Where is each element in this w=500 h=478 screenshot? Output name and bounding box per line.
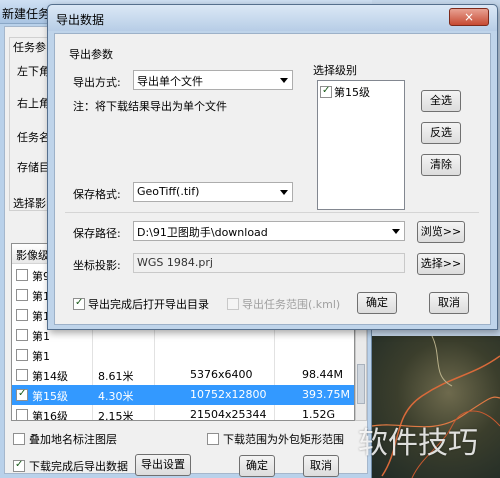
new-task-ok-button[interactable]: 确定 — [239, 455, 275, 477]
invert-selection-button[interactable]: 反选 — [421, 122, 461, 144]
row-checkbox[interactable] — [16, 289, 28, 301]
export-mode-select[interactable]: 导出单个文件 — [133, 70, 293, 90]
coord-field: WGS 1984.prj — [133, 253, 405, 273]
select-level-label: 选择影 — [13, 197, 46, 210]
format-select[interactable]: GeoTiff(.tif) — [133, 182, 293, 202]
scrollbar-thumb[interactable] — [357, 364, 365, 404]
bbox-range-text: 下载范围为外包矩形范围 — [223, 433, 344, 446]
path-label: 保存路径: — [73, 227, 121, 240]
open-dir-text: 导出完成后打开导出目录 — [88, 298, 209, 311]
export-cancel-button[interactable]: 取消 — [429, 292, 469, 314]
table-row[interactable]: 第16级 2.15米 21504x25344 1.52G — [12, 405, 354, 421]
export-note: 注：将下载结果导出为单个文件 — [73, 100, 227, 113]
export-data-titlebar[interactable]: 导出数据 × — [48, 5, 497, 31]
row-level: 第14级 — [32, 370, 68, 383]
top-right-label: 右上角 — [17, 97, 50, 110]
export-after-download-text: 下载完成后导出数据 — [29, 460, 128, 473]
close-icon[interactable]: × — [449, 8, 489, 26]
browse-button[interactable]: 浏览>> — [417, 221, 465, 243]
row-level: 第1 — [32, 330, 50, 343]
export-range-box[interactable] — [227, 298, 239, 310]
row-checkbox[interactable] — [16, 409, 28, 420]
export-range-text: 导出任务范围(.kml) — [242, 298, 341, 311]
row-checkbox[interactable] — [16, 388, 28, 401]
bottom-left-label: 左下角 — [17, 65, 50, 78]
path-select[interactable]: D:\91卫图助手\download — [133, 221, 405, 241]
export-data-dialog: 导出数据 × 导出参数 导出方式: 导出单个文件 注：将下载结果导出为单个文件 … — [47, 4, 498, 330]
export-after-download-box[interactable] — [13, 459, 25, 472]
row-checkbox[interactable] — [16, 309, 28, 321]
row-level: 第16级 — [32, 410, 68, 421]
row-data-size: 393.75M — [302, 388, 350, 401]
row-image-size: 5376x6400 — [190, 368, 253, 381]
row-data-size: 98.44M — [302, 368, 343, 381]
export-params-label: 导出参数 — [69, 48, 113, 61]
watermark-text: 软件技巧 — [358, 426, 478, 461]
export-mode-label: 导出方式: — [73, 76, 121, 89]
separator — [65, 212, 479, 213]
table-row[interactable]: 第15级 4.30米 10752x12800 393.75M — [12, 385, 354, 405]
export-after-download-checkbox[interactable]: 下载完成后导出数据 — [13, 458, 128, 474]
export-data-body: 导出参数 导出方式: 导出单个文件 注：将下载结果导出为单个文件 保存格式: G… — [54, 33, 491, 325]
chevron-down-icon — [392, 229, 400, 234]
clear-button[interactable]: 清除 — [421, 154, 461, 176]
format-value: GeoTiff(.tif) — [137, 185, 200, 198]
export-settings-button[interactable]: 导出设置 — [135, 454, 191, 476]
store-dir-label: 存储目 — [17, 161, 50, 174]
chevron-down-icon — [280, 190, 288, 195]
overlay-labels-box[interactable] — [13, 433, 25, 445]
level-select-list[interactable]: 第15级 — [317, 80, 405, 210]
row-resolution: 4.30米 — [98, 390, 134, 403]
chevron-down-icon — [280, 78, 288, 83]
row-checkbox[interactable] — [16, 349, 28, 361]
export-ok-button[interactable]: 确定 — [357, 292, 397, 314]
overlay-labels-text: 叠加地名标注图层 — [29, 433, 117, 446]
open-dir-checkbox[interactable]: 导出完成后打开导出目录 — [73, 296, 209, 312]
row-image-size: 10752x12800 — [190, 388, 267, 401]
coord-value: WGS 1984.prj — [137, 256, 213, 269]
row-level: 第1 — [32, 350, 50, 363]
row-data-size: 1.52G — [302, 408, 336, 421]
open-dir-box[interactable] — [73, 297, 85, 310]
export-data-title: 导出数据 — [56, 13, 105, 27]
row-checkbox[interactable] — [16, 269, 28, 281]
task-params-label: 任务参 — [13, 41, 46, 54]
row-checkbox[interactable] — [16, 329, 28, 341]
format-label: 保存格式: — [73, 188, 121, 201]
export-mode-value: 导出单个文件 — [137, 75, 203, 88]
task-name-label: 任务名 — [17, 131, 50, 144]
row-resolution: 8.61米 — [98, 370, 134, 383]
row-image-size: 21504x25344 — [190, 408, 267, 421]
level-item-15[interactable]: 第15级 — [320, 84, 370, 100]
select-level-group-label: 选择级别 — [313, 64, 357, 77]
level-column-header: 影像级 — [16, 249, 49, 262]
table-row[interactable]: 第14级 8.61米 5376x6400 98.44M — [12, 365, 354, 385]
path-value: D:\91卫图助手\download — [137, 226, 268, 239]
row-level: 第15级 — [32, 390, 68, 403]
export-range-checkbox[interactable]: 导出任务范围(.kml) — [227, 296, 340, 312]
new-task-title: 新建任务 — [2, 7, 51, 21]
new-task-cancel-button[interactable]: 取消 — [303, 455, 339, 477]
level-15-label: 第15级 — [334, 86, 370, 99]
level-15-checkbox[interactable] — [320, 85, 332, 98]
row-checkbox[interactable] — [16, 369, 28, 381]
bbox-range-box[interactable] — [207, 433, 219, 445]
select-projection-button[interactable]: 选择>> — [417, 253, 465, 275]
select-all-button[interactable]: 全选 — [421, 90, 461, 112]
coord-label: 坐标投影: — [73, 259, 121, 272]
bbox-range-checkbox[interactable]: 下载范围为外包矩形范围 — [207, 431, 344, 447]
table-row[interactable]: 第1 — [12, 345, 354, 365]
overlay-labels-checkbox[interactable]: 叠加地名标注图层 — [13, 431, 117, 447]
row-resolution: 2.15米 — [98, 410, 134, 421]
